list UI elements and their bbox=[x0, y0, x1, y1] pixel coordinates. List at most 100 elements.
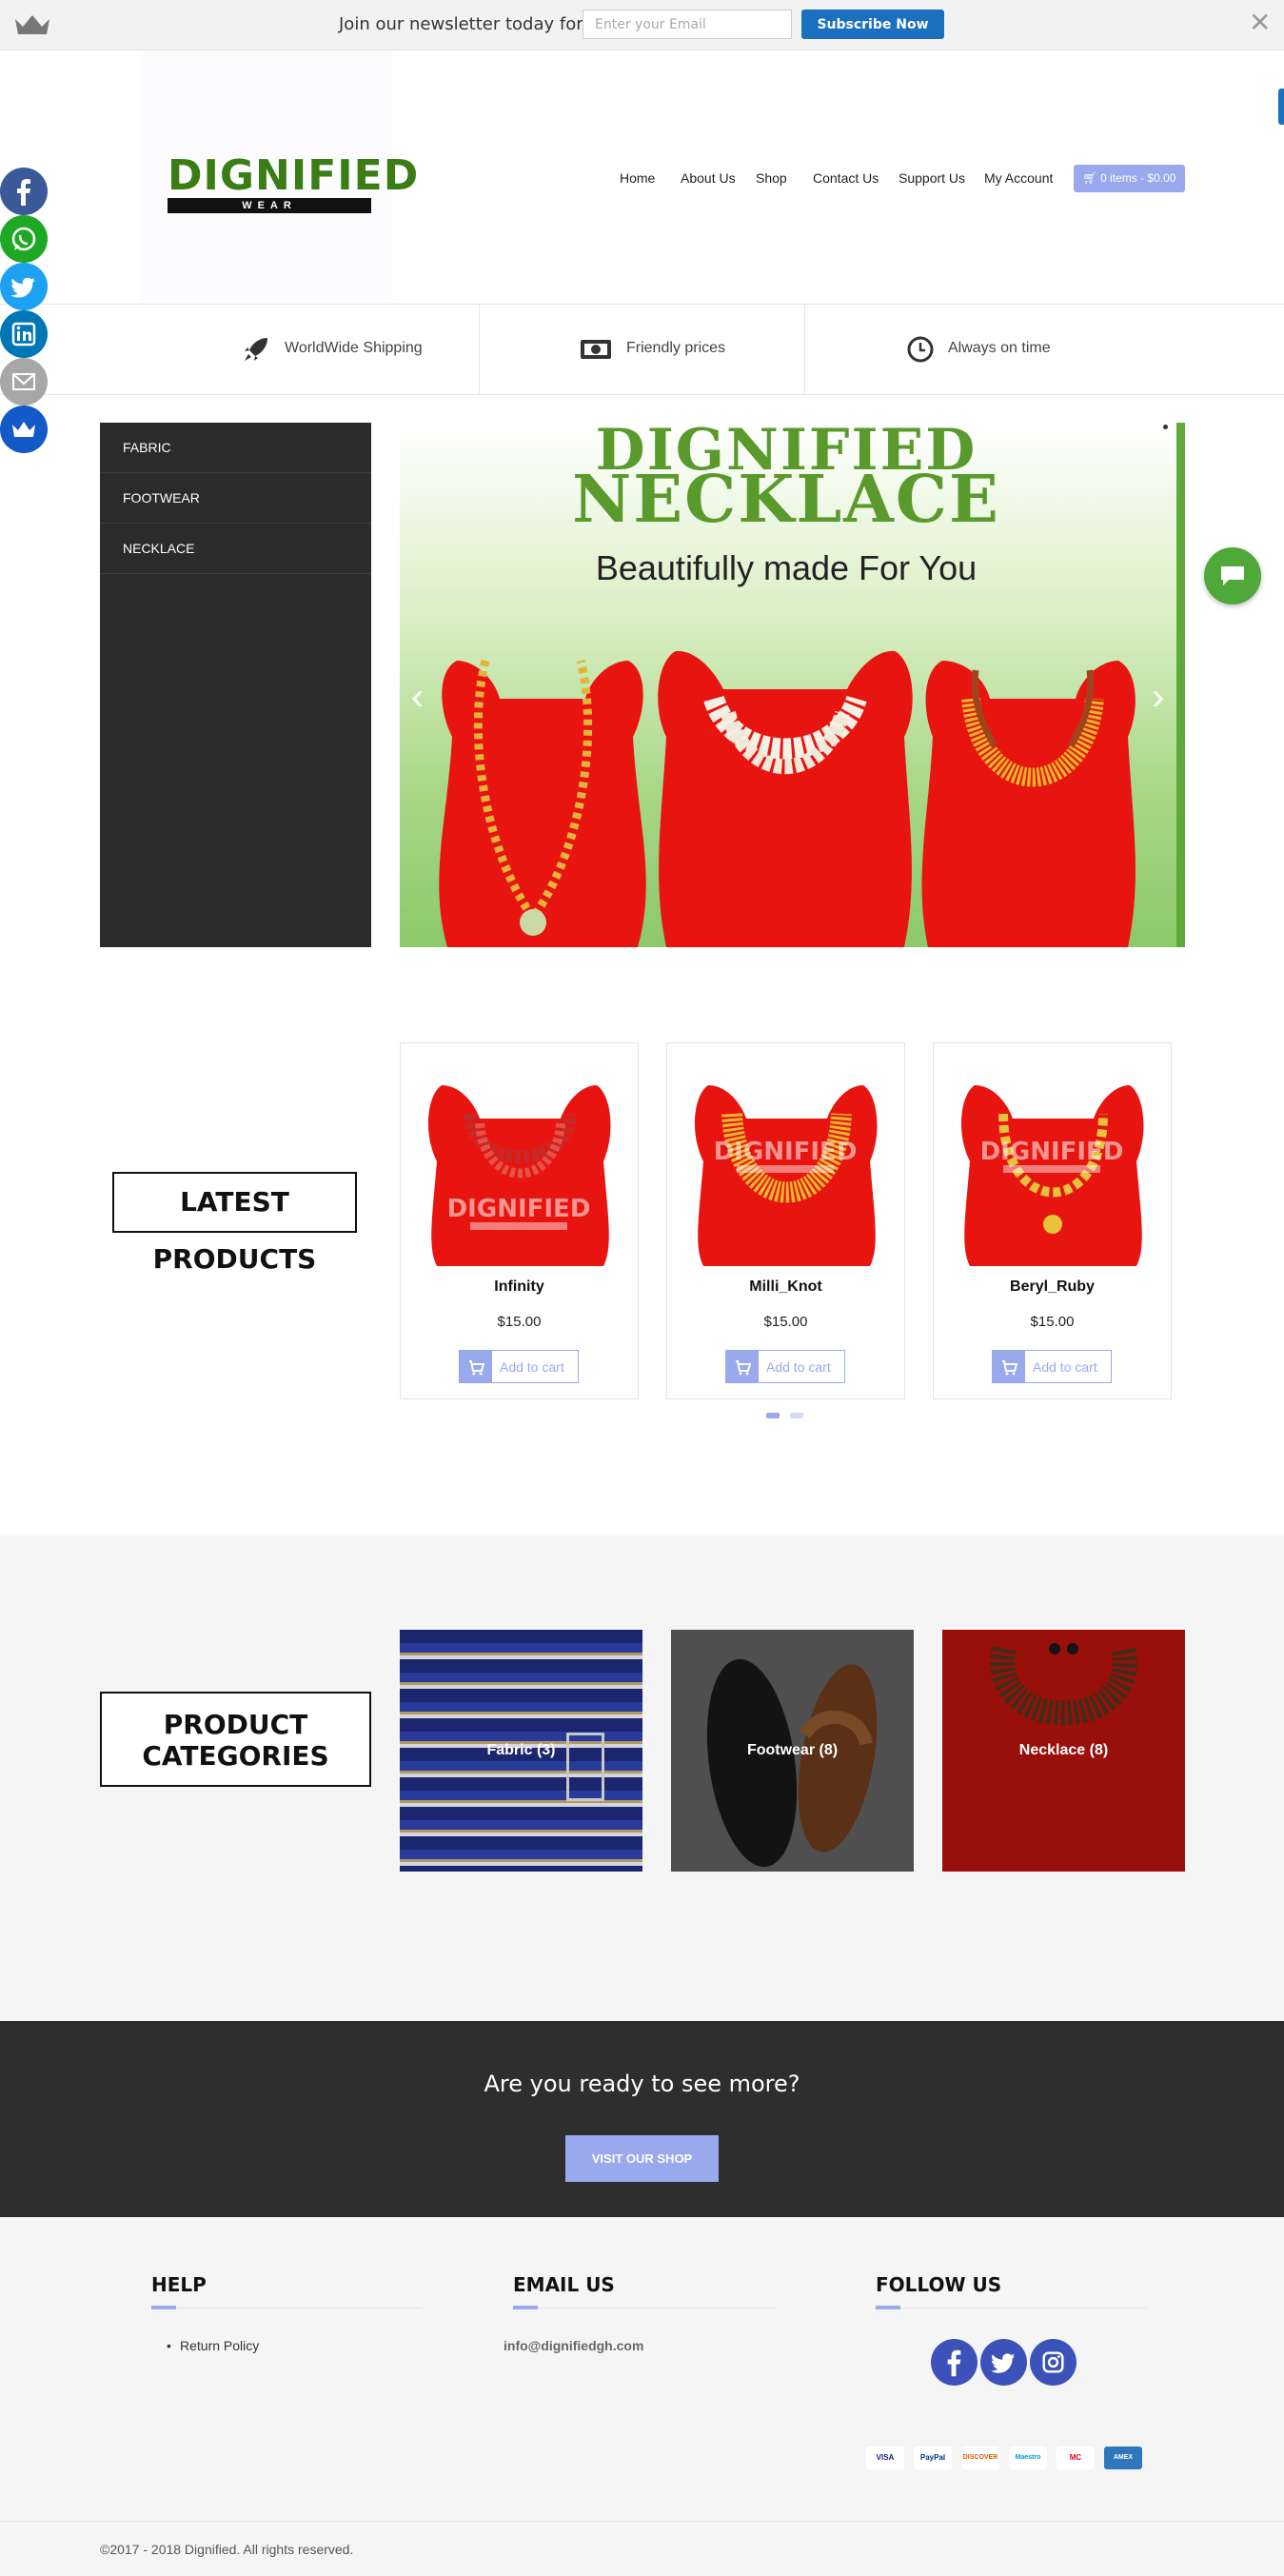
paypal-icon: PayPal bbox=[914, 2447, 952, 2469]
footer-follow-title: FOLLOW US bbox=[876, 2273, 1002, 2296]
product-card[interactable]: DIGNIFIED bbox=[400, 1042, 639, 1399]
side-tab[interactable] bbox=[1278, 89, 1284, 125]
nav-shop[interactable]: Shop bbox=[756, 170, 787, 186]
crown-icon[interactable] bbox=[13, 13, 51, 36]
slide-title: NECKLACE bbox=[572, 462, 1000, 538]
visit-shop-button[interactable]: VISIT OUR SHOP bbox=[565, 2135, 719, 2182]
cart-icon: 🛒︎ bbox=[1082, 171, 1101, 185]
product-name[interactable]: Infinity bbox=[400, 1278, 639, 1296]
footer-email-link[interactable]: info@dignifiedgh.com bbox=[504, 2338, 643, 2353]
slider-edge bbox=[1176, 423, 1185, 947]
feature-divider bbox=[479, 304, 480, 395]
newsletter-email-input[interactable] bbox=[583, 10, 792, 39]
category-tile-necklace[interactable]: Necklace (8) bbox=[942, 1630, 1185, 1872]
logo-tagline: WEAR bbox=[168, 198, 371, 213]
product-card[interactable]: DIGNIFIED bbox=[933, 1042, 1172, 1399]
copyright-text: ©2017 - 2018 Dignified. All rights reser… bbox=[100, 2542, 354, 2557]
svg-text:DIGNIFIED: DIGNIFIED bbox=[980, 1138, 1124, 1166]
nav-about-us[interactable]: About Us bbox=[681, 170, 736, 186]
category-tile-label: Footwear (8) bbox=[746, 1742, 839, 1758]
add-to-cart-label: Add to cart bbox=[500, 1359, 564, 1375]
facebook-icon[interactable] bbox=[931, 2339, 978, 2386]
add-to-cart-button[interactable]: Add to cart bbox=[459, 1350, 579, 1383]
slider-prev-icon[interactable]: ‹ bbox=[411, 678, 424, 716]
crown-share-icon[interactable] bbox=[0, 406, 48, 453]
category-menu-fabric[interactable]: FABRIC bbox=[100, 423, 371, 473]
cart-icon bbox=[993, 1351, 1025, 1382]
feature-divider bbox=[804, 304, 805, 395]
product-image[interactable]: DIGNIFIED bbox=[951, 1057, 1154, 1266]
nav-home[interactable]: Home bbox=[620, 170, 655, 186]
cta-text: Are you ready to see more? bbox=[484, 2071, 800, 2097]
twitter-share-icon[interactable] bbox=[0, 263, 48, 310]
cart-icon bbox=[726, 1351, 759, 1382]
category-tile-fabric[interactable]: Fabric (3) bbox=[400, 1630, 642, 1872]
amex-icon: AMEX bbox=[1104, 2447, 1142, 2469]
product-price: $15.00 bbox=[763, 1314, 808, 1330]
instagram-icon[interactable] bbox=[1030, 2339, 1077, 2386]
product-price: $15.00 bbox=[1030, 1314, 1075, 1330]
nav-my-account[interactable]: My Account bbox=[984, 170, 1053, 186]
mastercard-icon: MC bbox=[1057, 2447, 1095, 2469]
product-price: $15.00 bbox=[497, 1314, 542, 1330]
carousel-dot-active[interactable] bbox=[766, 1413, 780, 1418]
cart-icon bbox=[460, 1351, 492, 1382]
add-to-cart-label: Add to cart bbox=[1033, 1359, 1097, 1375]
email-share-icon[interactable] bbox=[0, 358, 48, 406]
slide-subtitle: Beautifully made For You bbox=[595, 548, 978, 587]
category-menu-footwear[interactable]: FOOTWEAR bbox=[100, 473, 371, 524]
product-categories-title-line: CATEGORIES bbox=[142, 1740, 329, 1772]
feature-label: WorldWide Shipping bbox=[285, 340, 423, 356]
category-tile-footwear[interactable]: Footwear (8) bbox=[671, 1630, 914, 1872]
copyright-divider bbox=[0, 2521, 1284, 2522]
footer-help-title: HELP bbox=[151, 2273, 207, 2296]
cart-summary: 0 items - $0.00 bbox=[1100, 171, 1176, 185]
money-icon bbox=[581, 340, 611, 359]
category-tile-label: Fabric (3) bbox=[486, 1742, 556, 1758]
slider-dot[interactable] bbox=[1163, 425, 1168, 429]
footer-accent bbox=[876, 2306, 900, 2309]
nav-support-us[interactable]: Support Us bbox=[899, 170, 965, 186]
footer-accent bbox=[513, 2306, 538, 2309]
footer-email-title: EMAIL US bbox=[513, 2273, 615, 2296]
add-to-cart-button[interactable]: Add to cart bbox=[992, 1350, 1112, 1383]
visa-icon: VISA bbox=[866, 2447, 904, 2469]
product-card[interactable]: DIGNIFIED bbox=[666, 1042, 905, 1399]
product-categories-title: PRODUCT CATEGORIES bbox=[100, 1692, 371, 1787]
product-name[interactable]: Milli_Knot bbox=[666, 1278, 905, 1296]
category-menu-necklace[interactable]: NECKLACE bbox=[100, 524, 371, 574]
close-icon[interactable]: ✕ bbox=[1249, 10, 1271, 36]
latest-products-title: LATEST PRODUCTS bbox=[112, 1172, 357, 1275]
carousel-dot[interactable] bbox=[790, 1413, 803, 1418]
return-policy-link[interactable]: Return Policy bbox=[180, 2338, 259, 2353]
feature-label: Friendly prices bbox=[626, 340, 726, 356]
footer bbox=[0, 2217, 1284, 2576]
clock-icon bbox=[907, 336, 934, 363]
slider-next-icon[interactable]: › bbox=[1152, 678, 1164, 716]
whatsapp-share-icon[interactable] bbox=[0, 215, 48, 263]
add-to-cart-button[interactable]: Add to cart bbox=[725, 1350, 845, 1383]
footer-bullet: • bbox=[167, 2338, 171, 2353]
nav-contact-us[interactable]: Contact Us bbox=[813, 170, 879, 186]
svg-text:DIGNIFIED: DIGNIFIED bbox=[447, 1195, 591, 1223]
discover-icon: DISCOVER bbox=[961, 2447, 999, 2469]
facebook-share-icon[interactable] bbox=[0, 168, 48, 215]
product-image[interactable]: DIGNIFIED bbox=[684, 1057, 887, 1266]
logo[interactable]: DIGNIFIED bbox=[168, 155, 419, 197]
svg-text:DIGNIFIED: DIGNIFIED bbox=[714, 1138, 858, 1166]
product-image[interactable]: DIGNIFIED bbox=[418, 1057, 621, 1266]
chat-icon[interactable] bbox=[1204, 547, 1261, 604]
maestro-icon: Maestro bbox=[1009, 2447, 1047, 2469]
cart-button[interactable]: 🛒︎ 0 items - $0.00 bbox=[1074, 165, 1185, 192]
footer-accent bbox=[151, 2306, 176, 2309]
feature-label: Always on time bbox=[948, 340, 1051, 356]
newsletter-text: Join our newsletter today for free bbox=[339, 14, 622, 34]
product-categories-title-line: PRODUCT bbox=[163, 1709, 308, 1740]
category-tile-label: Necklace (8) bbox=[1018, 1742, 1109, 1758]
subscribe-button[interactable]: Subscribe Now bbox=[801, 10, 944, 39]
product-name[interactable]: Beryl_Ruby bbox=[933, 1278, 1172, 1296]
rocket-icon bbox=[245, 338, 267, 361]
linkedin-share-icon[interactable] bbox=[0, 310, 48, 358]
twitter-icon[interactable] bbox=[980, 2339, 1027, 2386]
cta-section bbox=[0, 2021, 1284, 2217]
